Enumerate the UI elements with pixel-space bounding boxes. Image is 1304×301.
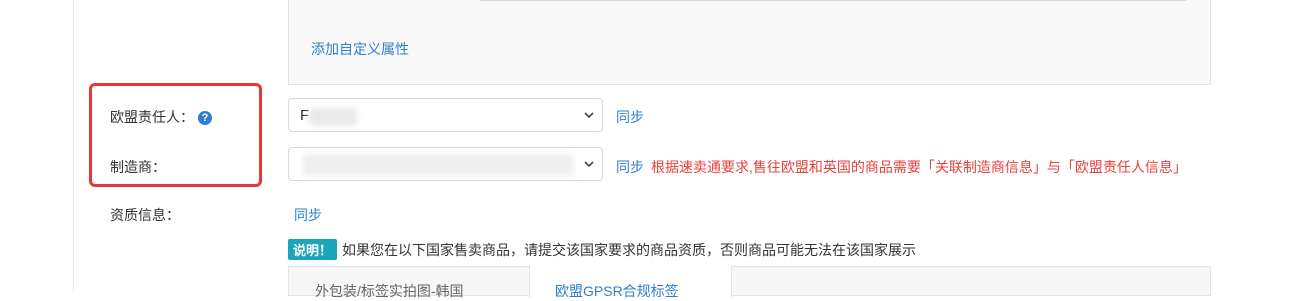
note-badge: 说明！ bbox=[288, 239, 338, 260]
redacted-value bbox=[303, 154, 573, 176]
add-custom-attribute-link[interactable]: 添加自定义属性 bbox=[311, 39, 409, 59]
manufacturer-sync-link[interactable]: 同步 bbox=[616, 157, 644, 177]
manufacturer-warning-text: 根据速卖通要求,售往欧盟和英国的商品需要「关联制造商信息」与「欧盟责任人信息」 bbox=[651, 159, 1187, 175]
qualification-tabs: 外包装/标签实拍图-韩国 欧盟GPSR合规标签 bbox=[288, 266, 1211, 299]
chevron-down-icon bbox=[584, 112, 594, 119]
redacted-value bbox=[309, 108, 357, 126]
note-text: 如果您在以下国家售卖商品，请提交该国家要求的商品资质，否则商品可能无法在该国家展… bbox=[342, 242, 917, 258]
qualification-note: 说明！ 如果您在以下国家售卖商品，请提交该国家要求的商品资质，否则商品可能无法在该… bbox=[288, 239, 916, 260]
highlight-annotation-box bbox=[89, 83, 262, 187]
chevron-down-icon bbox=[584, 161, 594, 168]
manufacturer-select[interactable] bbox=[288, 147, 603, 181]
attribute-row-divider bbox=[480, 0, 1186, 1]
qualification-sync-link[interactable]: 同步 bbox=[294, 205, 322, 225]
eu-rep-select[interactable]: F bbox=[288, 98, 603, 132]
tab-korea-packaging-label[interactable]: 外包装/标签实拍图-韩国 bbox=[315, 281, 464, 301]
left-border bbox=[73, 0, 74, 291]
tab-eu-gpsr-label[interactable]: 欧盟GPSR合规标签 bbox=[555, 281, 679, 301]
eu-rep-selected-value: F bbox=[300, 107, 310, 124]
eu-rep-sync-link[interactable]: 同步 bbox=[616, 107, 644, 127]
custom-attributes-panel: 添加自定义属性 bbox=[288, 0, 1211, 85]
qualification-label: 资质信息： bbox=[110, 207, 180, 223]
